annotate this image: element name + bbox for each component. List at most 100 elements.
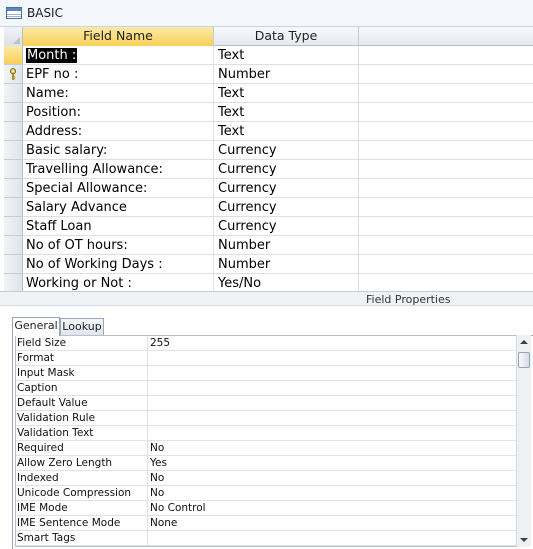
data-type-cell[interactable]: Currency: [214, 179, 359, 198]
description-cell[interactable]: [359, 198, 533, 217]
property-value[interactable]: 255: [149, 336, 516, 351]
row-selector[interactable]: [4, 179, 23, 198]
column-header-data-type[interactable]: Data Type: [214, 27, 359, 46]
description-cell[interactable]: [359, 84, 533, 103]
property-row[interactable]: Caption: [16, 381, 516, 396]
field-name-cell[interactable]: Travelling Allowance:: [23, 160, 214, 179]
field-row[interactable]: No of OT hours: Number: [4, 236, 533, 255]
property-value[interactable]: [149, 531, 516, 546]
data-type-cell[interactable]: Currency: [214, 217, 359, 236]
property-value[interactable]: [149, 366, 516, 381]
field-name-cell[interactable]: No of Working Days :: [23, 255, 214, 274]
field-row[interactable]: Address: Text: [4, 122, 533, 141]
field-name-cell[interactable]: EPF no :: [23, 65, 214, 84]
field-name-cell[interactable]: Address:: [23, 122, 214, 141]
property-row[interactable]: Default Value: [16, 396, 516, 411]
description-cell[interactable]: [359, 65, 533, 84]
field-name-cell[interactable]: No of OT hours:: [23, 236, 214, 255]
data-type-cell[interactable]: Text: [214, 122, 359, 141]
field-row[interactable]: Travelling Allowance: Currency: [4, 160, 533, 179]
property-value[interactable]: None: [149, 516, 516, 531]
property-row[interactable]: Smart Tags: [16, 531, 516, 546]
row-selector[interactable]: [4, 217, 23, 236]
field-row[interactable]: No of Working Days : Number: [4, 255, 533, 274]
scroll-thumb[interactable]: [518, 352, 530, 368]
row-selector[interactable]: [4, 198, 23, 217]
property-value[interactable]: [149, 426, 516, 441]
column-header-description[interactable]: [359, 27, 533, 46]
property-value[interactable]: No: [149, 471, 516, 486]
data-type-cell[interactable]: Text: [214, 84, 359, 103]
data-type-cell[interactable]: Currency: [214, 141, 359, 160]
row-selector[interactable]: [4, 255, 23, 274]
description-cell[interactable]: [359, 255, 533, 274]
property-row[interactable]: IME Sentence Mode None: [16, 516, 516, 531]
field-name-cell[interactable]: Month :: [23, 46, 214, 65]
data-type-cell[interactable]: Text: [214, 46, 359, 65]
property-row[interactable]: Indexed No: [16, 471, 516, 486]
field-row[interactable]: EPF no : Number: [4, 65, 533, 84]
select-all-corner[interactable]: [4, 27, 23, 46]
table-design-grid[interactable]: Field Name Data Type Month : Text EPF no :…: [4, 27, 533, 293]
property-row[interactable]: Validation Text: [16, 426, 516, 441]
description-cell[interactable]: [359, 103, 533, 122]
data-type-cell[interactable]: Text: [214, 103, 359, 122]
tab-general[interactable]: General: [12, 317, 60, 336]
property-row[interactable]: Allow Zero Length Yes: [16, 456, 516, 471]
description-cell[interactable]: [359, 179, 533, 198]
field-row[interactable]: Salary Advance Currency: [4, 198, 533, 217]
description-cell[interactable]: [359, 46, 533, 65]
description-cell[interactable]: [359, 141, 533, 160]
row-selector[interactable]: [4, 84, 23, 103]
properties-scrollbar[interactable]: [516, 335, 531, 547]
field-name-cell[interactable]: Staff Loan: [23, 217, 214, 236]
field-name-cell[interactable]: Name:: [23, 84, 214, 103]
description-cell[interactable]: [359, 217, 533, 236]
property-value[interactable]: No: [149, 441, 516, 456]
property-value[interactable]: [149, 381, 516, 396]
property-row[interactable]: Input Mask: [16, 366, 516, 381]
data-type-cell[interactable]: Number: [214, 255, 359, 274]
property-label: Allow Zero Length: [17, 456, 148, 471]
field-row[interactable]: Name: Text: [4, 84, 533, 103]
property-row[interactable]: IME Mode No Control: [16, 501, 516, 516]
property-value[interactable]: [149, 411, 516, 426]
field-row[interactable]: Basic salary: Currency: [4, 141, 533, 160]
column-header-field-name[interactable]: Field Name: [23, 27, 214, 46]
row-selector[interactable]: [4, 65, 23, 84]
row-selector[interactable]: [4, 46, 23, 65]
property-value[interactable]: No Control: [149, 501, 516, 516]
scroll-down-button[interactable]: [517, 533, 531, 547]
field-row[interactable]: Staff Loan Currency: [4, 217, 533, 236]
field-name-cell[interactable]: Special Allowance:: [23, 179, 214, 198]
field-name-cell[interactable]: Salary Advance: [23, 198, 214, 217]
row-selector[interactable]: [4, 236, 23, 255]
field-row[interactable]: Position: Text: [4, 103, 533, 122]
row-selector[interactable]: [4, 141, 23, 160]
scroll-up-button[interactable]: [517, 335, 531, 349]
property-row[interactable]: Field Size 255: [16, 336, 516, 351]
description-cell[interactable]: [359, 236, 533, 255]
property-row[interactable]: Validation Rule: [16, 411, 516, 426]
property-value[interactable]: [149, 351, 516, 366]
field-name-cell[interactable]: Position:: [23, 103, 214, 122]
row-selector[interactable]: [4, 160, 23, 179]
description-cell[interactable]: [359, 122, 533, 141]
description-cell[interactable]: [359, 160, 533, 179]
field-row[interactable]: Special Allowance: Currency: [4, 179, 533, 198]
property-row[interactable]: Unicode Compression No: [16, 486, 516, 501]
data-type-cell[interactable]: Number: [214, 65, 359, 84]
data-type-cell[interactable]: Currency: [214, 198, 359, 217]
property-row[interactable]: Format: [16, 351, 516, 366]
field-name-cell[interactable]: Basic salary:: [23, 141, 214, 160]
data-type-cell[interactable]: Number: [214, 236, 359, 255]
data-type-cell[interactable]: Currency: [214, 160, 359, 179]
field-row[interactable]: Month : Text: [4, 46, 533, 65]
row-selector[interactable]: [4, 103, 23, 122]
property-row[interactable]: Required No: [16, 441, 516, 456]
row-selector[interactable]: [4, 122, 23, 141]
tab-lookup[interactable]: Lookup: [60, 318, 104, 335]
property-value[interactable]: [149, 396, 516, 411]
property-value[interactable]: Yes: [149, 456, 516, 471]
property-value[interactable]: No: [149, 486, 516, 501]
